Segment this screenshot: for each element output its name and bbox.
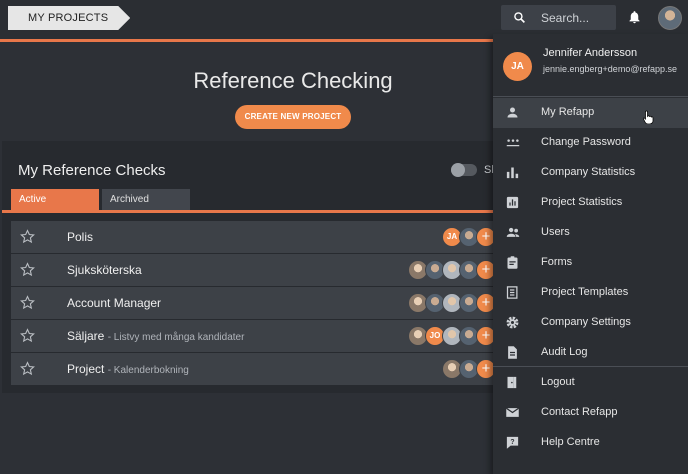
- panel-title: My Reference Checks: [18, 162, 166, 179]
- password-icon: [506, 139, 520, 147]
- menu-item-audit-log[interactable]: Audit Log: [493, 338, 688, 368]
- user-avatar[interactable]: [658, 6, 682, 30]
- row-name: Säljare: [67, 329, 105, 343]
- tab-active[interactable]: Active: [11, 189, 99, 210]
- menu-item-label: Company Statistics: [541, 166, 636, 178]
- menu-item-label: Users: [541, 226, 570, 238]
- menu-item-label: Forms: [541, 256, 573, 268]
- show-toggle[interactable]: [451, 163, 477, 177]
- svg-text:?: ?: [510, 439, 514, 446]
- menu-item-label: Audit Log: [541, 346, 588, 358]
- mail-icon: [505, 407, 520, 417]
- menu-item-project-templates[interactable]: Project Templates: [493, 278, 688, 308]
- row-title[interactable]: Sjuksköterska: [67, 263, 142, 277]
- menu-item-label: Project Templates: [541, 286, 629, 298]
- gear-icon: [506, 316, 519, 329]
- clipboard-icon: [507, 256, 518, 269]
- document-icon: [508, 346, 517, 359]
- table-row[interactable]: Account Manager +: [11, 287, 500, 319]
- search-icon: [514, 12, 525, 23]
- menu-item-label: Change Password: [541, 136, 631, 148]
- menu-item-label: My Refapp: [541, 106, 595, 118]
- row-title[interactable]: Polis: [67, 230, 93, 244]
- row-name: Sjuksköterska: [67, 263, 142, 277]
- menu-divider: [493, 96, 688, 97]
- row-name: Account Manager: [67, 296, 162, 310]
- search-input[interactable]: Search...: [501, 5, 616, 30]
- menu-divider: [493, 366, 688, 367]
- candidate-avatars: JA +: [442, 227, 496, 247]
- menu-item-users[interactable]: Users: [493, 218, 688, 248]
- menu-user-avatar: JA: [503, 52, 532, 81]
- candidate-avatars: +: [408, 260, 496, 280]
- menu-item-label: Help Centre: [541, 436, 600, 448]
- row-subtitle: - Kalenderbokning: [107, 365, 189, 376]
- row-title[interactable]: Account Manager: [67, 296, 161, 310]
- menu-user-name: Jennifer Andersson: [543, 47, 638, 59]
- breadcrumb-my-projects[interactable]: MY PROJECTS: [8, 6, 130, 30]
- table-row[interactable]: Project - Kalenderbokning +: [11, 353, 500, 385]
- candidate-avatars: +: [442, 359, 496, 379]
- menu-item-label: Logout: [541, 376, 575, 388]
- table-row[interactable]: Sjuksköterska +: [11, 254, 500, 286]
- bar-chart-icon: [506, 167, 519, 179]
- row-name: Polis: [67, 230, 94, 244]
- menu-item-forms[interactable]: Forms: [493, 248, 688, 278]
- hand-cursor-icon: [643, 110, 654, 124]
- table-row[interactable]: Polis JA +: [11, 221, 500, 253]
- star-icon[interactable]: [20, 328, 35, 343]
- row-name: Project: [67, 362, 105, 376]
- chart-box-icon: [506, 196, 519, 209]
- row-title[interactable]: Project - Kalenderbokning: [67, 362, 189, 376]
- star-icon[interactable]: [20, 262, 35, 277]
- menu-item-company-settings[interactable]: Company Settings: [493, 308, 688, 338]
- tab-underline: [2, 210, 500, 213]
- search-placeholder: Search...: [541, 11, 590, 25]
- star-icon[interactable]: [20, 229, 35, 244]
- row-subtitle: - Listvy med många kandidater: [107, 332, 245, 343]
- menu-item-label: Company Settings: [541, 316, 631, 328]
- tab-archived[interactable]: Archived: [102, 189, 190, 210]
- menu-user-email: jennie.engberg+demo@refapp.se: [543, 64, 677, 74]
- menu-item-logout[interactable]: Logout: [493, 368, 688, 398]
- star-icon[interactable]: [20, 361, 35, 376]
- person-icon: [507, 107, 518, 118]
- table-row[interactable]: Säljare - Listvy med många kandidater JO…: [11, 320, 500, 352]
- logout-icon: [507, 376, 517, 389]
- people-icon: [506, 227, 520, 237]
- candidate-avatars: +: [408, 293, 496, 313]
- templates-icon: [506, 286, 518, 299]
- menu-item-label: Contact Refapp: [541, 406, 618, 418]
- menu-item-contact-refapp[interactable]: Contact Refapp: [493, 398, 688, 428]
- candidate-avatars: JO +: [408, 326, 496, 346]
- create-new-project-button[interactable]: CREATE NEW PROJECT: [235, 105, 351, 129]
- row-title[interactable]: Säljare - Listvy med många kandidater: [67, 329, 244, 343]
- star-icon[interactable]: [20, 295, 35, 310]
- help-icon: ?: [506, 436, 519, 449]
- menu-item-help-centre[interactable]: ? Help Centre: [493, 428, 688, 458]
- menu-item-my-refapp[interactable]: My Refapp: [493, 98, 688, 128]
- menu-item-project-statistics[interactable]: Project Statistics: [493, 188, 688, 218]
- menu-item-label: Project Statistics: [541, 196, 623, 208]
- menu-item-change-password[interactable]: Change Password: [493, 128, 688, 158]
- menu-item-company-statistics[interactable]: Company Statistics: [493, 158, 688, 188]
- bell-icon[interactable]: [627, 9, 642, 25]
